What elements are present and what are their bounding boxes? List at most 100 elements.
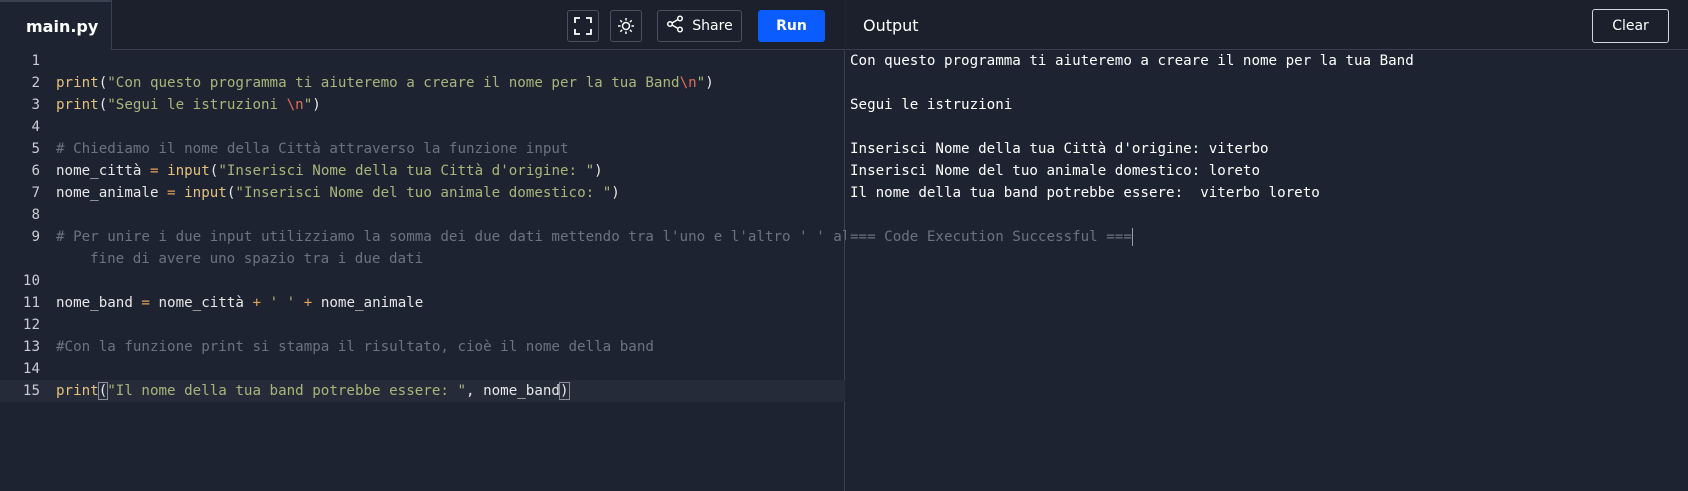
code-line[interactable]: 12 (0, 314, 845, 336)
code-wrapped-text: fine di avere uno spazio tra i due dati (90, 251, 424, 267)
text-cursor (1131, 228, 1133, 246)
output-line: === Code Execution Successful === (850, 226, 1684, 248)
code-line[interactable]: 7 nome_animale = input("Inserisci Nome de… (0, 182, 845, 204)
clear-button[interactable]: Clear (1592, 9, 1669, 43)
code-token: ) (705, 75, 714, 91)
editor-panel: main.py Share Run 1 2 print("Con questo … (0, 0, 850, 491)
code-token: = (167, 185, 176, 201)
code-token: "Inserisci Nome della tua Città d'origin… (218, 163, 595, 179)
code-token: + (252, 295, 262, 311)
code-line[interactable]: 3 print("Segui le istruzioni \n") (0, 94, 845, 116)
code-editor[interactable]: 1 2 print("Con questo programma ti aiutere… (0, 50, 850, 402)
code-token: = (141, 295, 150, 311)
code-token: + (303, 295, 313, 311)
code-text: # Chiediamo il nome della Città attraver… (56, 138, 841, 160)
sun-icon (617, 17, 635, 35)
line-number: 3 (31, 97, 40, 113)
code-token: "Segui le istruzioni (107, 97, 287, 113)
output-console: Con questo programma ti aiuteremo a crea… (850, 50, 1684, 248)
output-text: Inserisci Nome del tuo animale domestico… (850, 163, 1260, 179)
line-number: 14 (22, 361, 40, 377)
code-token: nome_città (56, 163, 150, 179)
line-number: 15 (22, 383, 40, 399)
code-line[interactable]: 2 print("Con questo programma ti aiuterem… (0, 72, 845, 94)
line-number: 12 (22, 317, 40, 333)
code-text: print("Segui le istruzioni \n") (56, 94, 841, 116)
code-text: nome_città = input("Inserisci Nome della… (56, 160, 841, 182)
output-title: Output (863, 15, 919, 35)
code-token: input (167, 163, 210, 179)
code-token: # Per unire i due input utilizziamo la s… (56, 229, 851, 245)
fullscreen-icon (574, 17, 592, 35)
code-line[interactable]: 13 #Con la funzione print si stampa il ri… (0, 336, 845, 358)
code-text: #Con la funzione print si stampa il risu… (56, 336, 841, 358)
code-token: ( (98, 97, 108, 113)
output-line: Il nome della tua band potrebbe essere: … (850, 182, 1684, 204)
share-label: Share (692, 18, 733, 34)
line-number: 13 (22, 339, 40, 355)
code-token: ) (594, 163, 603, 179)
line-number: 6 (31, 163, 40, 179)
line-number: 8 (31, 207, 40, 223)
share-button[interactable]: Share (657, 10, 742, 42)
line-number: 2 (31, 75, 40, 91)
code-line[interactable]: 5 # Chiediamo il nome della Città attrave… (0, 138, 845, 160)
code-line[interactable]: 15 print("Il nome della tua band potrebbe… (0, 380, 845, 402)
code-token: nome_band (56, 295, 142, 311)
code-line[interactable]: 6 nome_città = input("Inserisci Nome dell… (0, 160, 845, 182)
output-line: Inserisci Nome del tuo animale domestico… (850, 160, 1684, 182)
run-button[interactable]: Run (758, 10, 825, 42)
code-line[interactable]: 14 (0, 358, 845, 380)
code-token: " (303, 97, 313, 113)
code-token: = (149, 163, 159, 179)
line-number: 4 (31, 119, 40, 135)
code-text: # Per unire i due input utilizziamo la s… (56, 226, 850, 248)
line-number: 7 (31, 185, 40, 201)
output-text: Segui le istruzioni (850, 97, 1013, 113)
code-token: "Il nome della tua band potrebbe essere:… (107, 383, 467, 399)
code-token: " (696, 75, 706, 91)
output-line: Segui le istruzioni (850, 94, 1684, 116)
code-token: ) (559, 382, 570, 400)
fullscreen-button[interactable] (567, 10, 599, 42)
code-line[interactable]: 10 (0, 270, 845, 292)
output-text: === Code Execution Successful === (850, 229, 1132, 245)
code-line[interactable]: 4 (0, 116, 845, 138)
code-token: \n (286, 97, 304, 113)
code-line[interactable]: 8 (0, 204, 845, 226)
code-text: print("Con questo programma ti aiuteremo… (56, 72, 841, 94)
code-token: ( (98, 75, 108, 91)
code-token: , nome_band (466, 383, 560, 399)
share-icon (666, 15, 684, 37)
editor-toolbar: main.py Share Run (0, 0, 845, 50)
output-text: Con questo programma ti aiuteremo a crea… (850, 53, 1414, 69)
line-number: 1 (31, 53, 40, 69)
code-token: ( (97, 382, 109, 400)
code-token: nome_animale (312, 295, 424, 311)
code-token: print (56, 97, 99, 113)
code-token: # Chiediamo il nome della Città attraver… (56, 141, 569, 157)
line-number: 5 (31, 141, 40, 157)
output-line: Con questo programma ti aiuteremo a crea… (850, 50, 1684, 72)
line-number: 10 (22, 273, 40, 289)
line-number: 9 (31, 229, 40, 245)
code-line[interactable]: 11 nome_band = nome_città + ' ' + nome_an… (0, 292, 845, 314)
code-line[interactable]: 1 (0, 50, 845, 72)
file-tab-main-py[interactable]: main.py (0, 0, 112, 50)
code-token: ) (611, 185, 620, 201)
code-token: print (56, 383, 99, 399)
code-line[interactable]: 9 # Per unire i due input utilizziamo la … (0, 226, 850, 270)
line-number: 11 (22, 295, 40, 311)
theme-toggle-button[interactable] (610, 10, 642, 42)
code-token: nome_animale (56, 185, 168, 201)
output-text: Il nome della tua band potrebbe essere: … (850, 185, 1320, 201)
code-token: "Con questo programma ti aiuteremo a cre… (107, 75, 680, 91)
code-token: ) (312, 97, 321, 113)
code-text: print("Il nome della tua band potrebbe e… (56, 380, 841, 402)
